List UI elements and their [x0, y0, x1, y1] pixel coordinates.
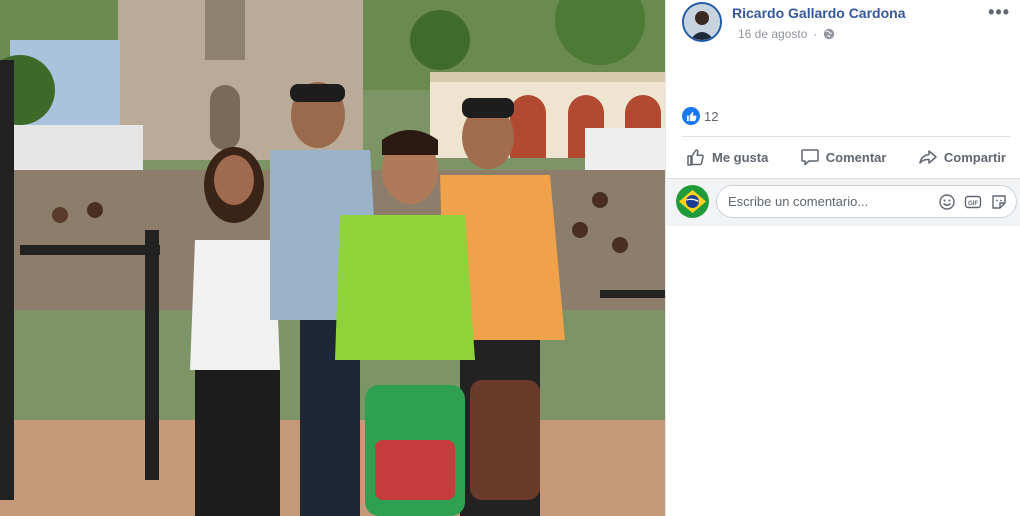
post-date[interactable]: 16 de agosto [738, 27, 807, 41]
author-name[interactable]: Ricardo Gallardo Cardona [732, 5, 905, 21]
post-photo[interactable] [0, 0, 665, 516]
comment-button[interactable]: Comentar [796, 145, 891, 169]
emoji-icon[interactable] [938, 193, 956, 211]
post-meta: 16 de agosto · [738, 27, 835, 41]
share-icon [919, 150, 937, 164]
comment-icon [801, 149, 819, 166]
user-avatar[interactable] [676, 185, 709, 218]
svg-text:GIF: GIF [968, 201, 978, 207]
like-reaction-icon [682, 107, 700, 125]
meta-separator: · [813, 27, 818, 41]
like-button-label: Me gusta [712, 149, 769, 165]
comment-button-label: Comentar [825, 149, 887, 165]
reaction-count: 12 [704, 108, 719, 124]
divider [682, 136, 1010, 137]
like-button[interactable]: Me gusta [682, 145, 772, 169]
post-side-panel: Ricardo Gallardo Cardona 16 de agosto · … [665, 0, 1020, 516]
post-actions: Me gusta Comentar Compartir [682, 142, 1010, 172]
brazil-flag-avatar-image [676, 185, 709, 218]
reaction-summary[interactable]: 12 [682, 107, 718, 125]
author-avatar-image [684, 4, 720, 40]
comment-input[interactable]: Escribe un comentario... GIF [716, 185, 1017, 218]
post-header: Ricardo Gallardo Cardona 16 de agosto · … [682, 2, 1012, 46]
globe-icon[interactable] [823, 28, 835, 40]
gif-icon[interactable]: GIF [964, 193, 982, 211]
comment-composer: Escribe un comentario... GIF [666, 179, 1020, 226]
thumbs-up-icon [687, 149, 704, 166]
photo-image [0, 0, 665, 516]
facebook-photo-viewer: Ricardo Gallardo Cardona 16 de agosto · … [0, 0, 1020, 516]
share-button-label: Compartir [943, 149, 1006, 165]
share-button[interactable]: Compartir [914, 145, 1010, 169]
sticker-icon[interactable] [990, 193, 1008, 211]
comment-placeholder: Escribe un comentario... [728, 194, 869, 209]
comment-input-icons: GIF [938, 193, 1016, 211]
author-avatar[interactable] [682, 2, 722, 42]
more-options-icon[interactable]: ••• [988, 3, 1010, 21]
